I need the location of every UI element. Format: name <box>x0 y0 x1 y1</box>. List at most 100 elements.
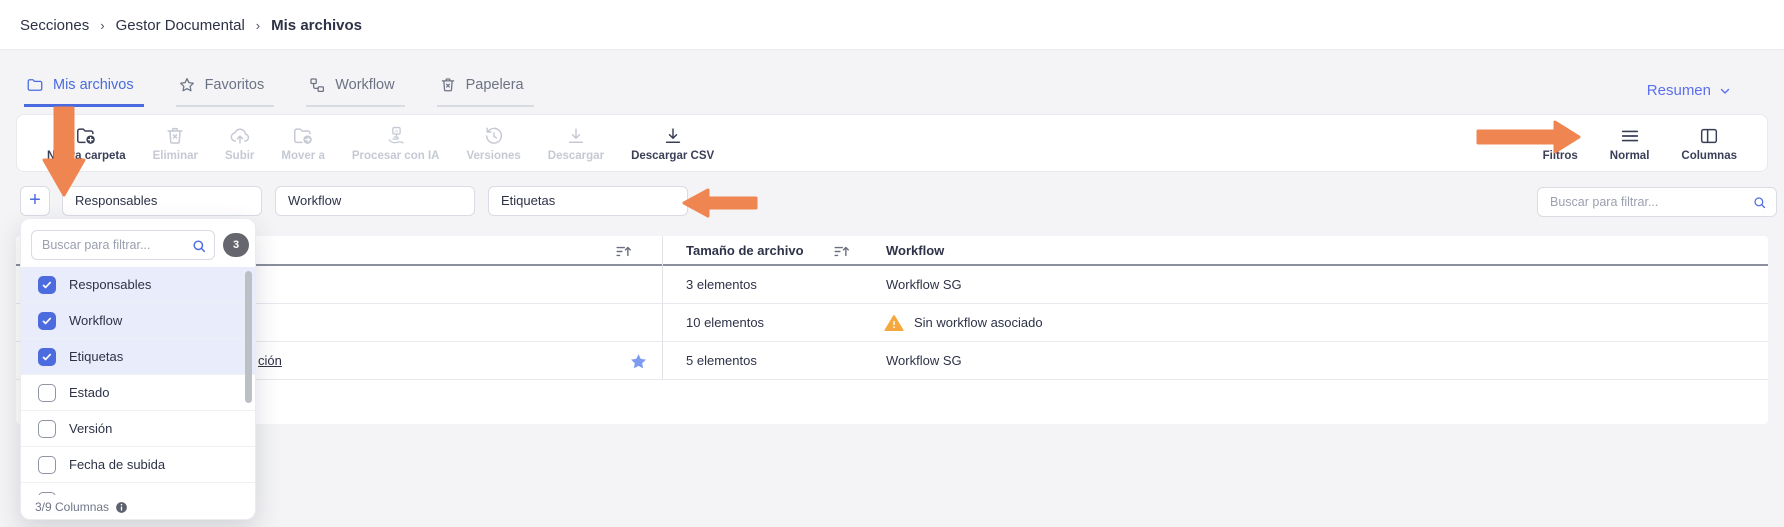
normal-view-button[interactable]: Normal <box>1610 125 1650 162</box>
cell-size: 5 elementos <box>686 342 757 380</box>
resumen-label: Resumen <box>1647 82 1711 99</box>
filter-chip-responsables[interactable]: Responsables <box>62 186 262 216</box>
column-option-workflow[interactable]: Workflow <box>21 303 255 339</box>
tab-favoritos[interactable]: Favoritos <box>176 76 275 107</box>
breadcrumb-separator: › <box>256 18 260 33</box>
columns-button[interactable]: Columnas <box>1681 125 1737 162</box>
toolbar-label: Columnas <box>1681 150 1737 162</box>
cell-size: 3 elementos <box>686 266 757 304</box>
column-picker-footer: 3/9 Columnas <box>21 495 255 519</box>
breadcrumb-gestor-documental[interactable]: Gestor Documental <box>116 17 245 34</box>
checkbox-icon[interactable] <box>38 276 56 294</box>
download-csv-button[interactable]: Descargar CSV <box>631 125 714 162</box>
favorite-star-icon[interactable] <box>629 352 648 371</box>
column-option-etiquetas[interactable]: Etiquetas <box>21 339 255 375</box>
column-picker-dropdown: 3 Responsables Workflow Etiquetas Estado… <box>20 218 256 520</box>
search-icon <box>1752 195 1767 210</box>
resumen-toggle[interactable]: Resumen <box>1647 82 1732 99</box>
download-icon <box>565 125 587 147</box>
annotation-arrow-left-etiquetas <box>682 188 758 218</box>
option-label: Estado <box>69 385 109 400</box>
toolbar-label: Descargar <box>548 150 604 162</box>
toolbar-label: Eliminar <box>153 150 198 162</box>
move-folder-icon <box>292 125 314 147</box>
column-option-estado[interactable]: Estado <box>21 375 255 411</box>
table-row[interactable]: 3 elementos Workflow SG <box>16 266 1768 304</box>
table-row[interactable]: ción 5 elementos Workflow SG <box>16 342 1768 380</box>
column-picker-search-box <box>31 230 215 260</box>
breadcrumb-secciones[interactable]: Secciones <box>20 17 89 34</box>
rows-icon <box>1619 125 1641 147</box>
annotation-arrow-right-filtros <box>1476 119 1582 155</box>
cell-workflow: Workflow SG <box>886 342 962 380</box>
filter-chip-etiquetas[interactable]: Etiquetas <box>488 186 688 216</box>
chevron-down-icon <box>1718 84 1732 98</box>
column-option-version[interactable]: Versión <box>21 411 255 447</box>
tab-workflow[interactable]: Workflow <box>306 76 404 107</box>
cell-workflow: Sin workflow asociado <box>914 304 1043 342</box>
option-label: Etiquetas <box>69 349 123 364</box>
checkbox-icon[interactable] <box>38 348 56 366</box>
info-icon <box>115 501 128 514</box>
selected-count-badge: 3 <box>223 233 249 257</box>
upload-cloud-icon <box>229 125 251 147</box>
ai-hand-icon: AI <box>385 125 407 147</box>
upload-button[interactable]: Subir <box>225 125 254 162</box>
column-header-size[interactable]: Tamaño de archivo <box>686 236 804 266</box>
files-table: Tamaño de archivo Workflow 3 elementos W… <box>16 236 1768 424</box>
workflow-icon <box>308 76 326 94</box>
move-to-button[interactable]: Mover a <box>281 125 324 162</box>
sort-icon[interactable] <box>614 242 633 261</box>
cell-workflow: Workflow SG <box>886 266 962 304</box>
column-header-workflow[interactable]: Workflow <box>886 236 944 266</box>
breadcrumb: Secciones › Gestor Documental › Mis arch… <box>20 0 362 50</box>
gestor-documental-page: Secciones › Gestor Documental › Mis arch… <box>0 0 1784 527</box>
breadcrumb-separator: › <box>100 18 104 33</box>
table-row[interactable]: 10 elementos Sin workflow asociado <box>16 304 1768 342</box>
warning-icon <box>884 313 904 333</box>
process-ai-button[interactable]: AI Procesar con IA <box>352 125 440 162</box>
download-button[interactable]: Descargar <box>548 125 604 162</box>
delete-button[interactable]: Eliminar <box>153 125 198 162</box>
option-label: Workflow <box>69 313 122 328</box>
tab-bar: Mis archivos Favoritos Workflow Papelera <box>24 76 534 107</box>
checkbox-icon[interactable] <box>38 312 56 330</box>
dropdown-scrollbar[interactable] <box>245 271 252 403</box>
tab-label: Mis archivos <box>53 77 134 93</box>
star-icon <box>178 76 196 94</box>
toolbar-label: Normal <box>1610 150 1650 162</box>
cell-size: 10 elementos <box>686 304 764 342</box>
checkbox-icon[interactable] <box>38 420 56 438</box>
topbar: Secciones › Gestor Documental › Mis arch… <box>0 0 1784 50</box>
sort-icon[interactable] <box>832 242 851 261</box>
option-label: Fecha de subida <box>69 457 165 472</box>
column-picker-search-input[interactable] <box>32 231 214 259</box>
annotation-arrow-down-add-filter <box>40 106 88 198</box>
toolbar-label: Versiones <box>466 150 520 162</box>
column-option-fecha-de-subida[interactable]: Fecha de subida <box>21 447 255 483</box>
tab-label: Workflow <box>335 77 394 93</box>
history-icon <box>483 125 505 147</box>
trash-icon <box>164 125 186 147</box>
filter-chip-workflow[interactable]: Workflow <box>275 186 475 216</box>
toolbar-actions: Nueva carpeta Eliminar Subir Mover a AI … <box>47 125 714 162</box>
tab-label: Favoritos <box>205 77 265 93</box>
toolbar-label: Descargar CSV <box>631 150 714 162</box>
option-label: Responsables <box>69 277 151 292</box>
search-icon <box>191 238 207 254</box>
tab-mis-archivos[interactable]: Mis archivos <box>24 76 144 107</box>
table-search-input[interactable] <box>1538 188 1776 216</box>
checkbox-icon[interactable] <box>38 384 56 402</box>
table-search-box <box>1537 187 1777 217</box>
file-name-link[interactable]: ción <box>258 342 282 380</box>
checkbox-icon[interactable] <box>38 456 56 474</box>
toolbar-label: Procesar con IA <box>352 150 440 162</box>
columns-icon <box>1698 125 1720 147</box>
column-option-responsables[interactable]: Responsables <box>21 267 255 303</box>
columns-count-label: 3/9 Columnas <box>35 500 109 514</box>
tab-papelera[interactable]: Papelera <box>437 76 534 107</box>
folder-icon <box>26 76 44 94</box>
download-icon <box>662 125 684 147</box>
versions-button[interactable]: Versiones <box>466 125 520 162</box>
toolbar-label: Mover a <box>281 150 324 162</box>
